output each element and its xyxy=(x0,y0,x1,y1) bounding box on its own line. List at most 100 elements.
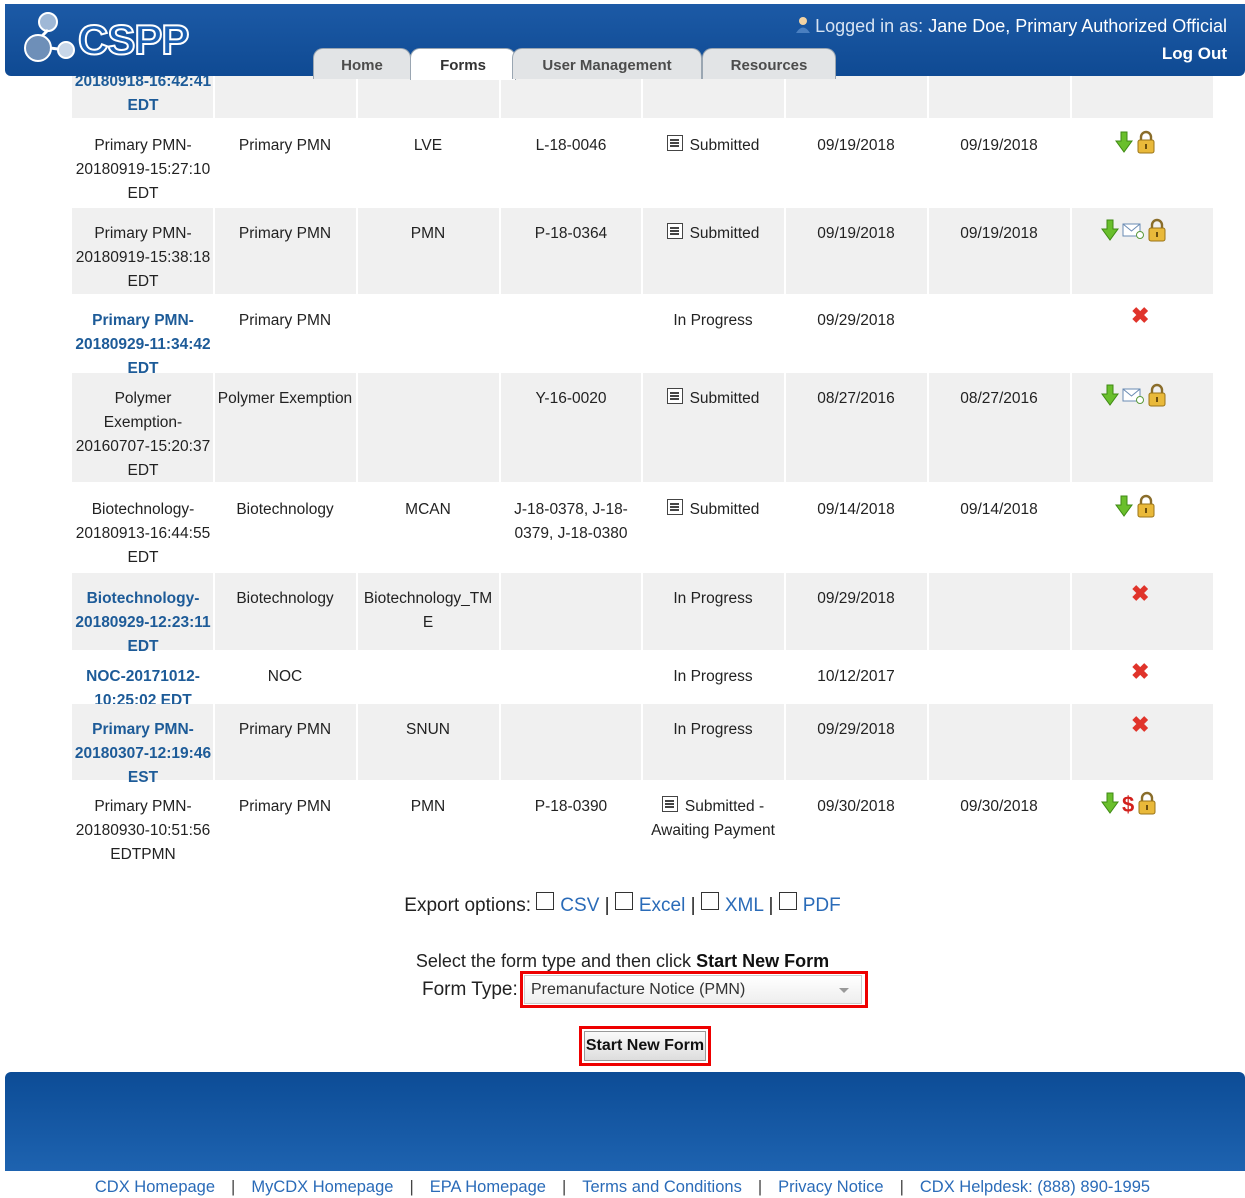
cspp-logo[interactable]: CSPP xyxy=(20,6,210,70)
status-line: In Progress xyxy=(642,718,784,742)
form-name-line: 20180919-15:38:18 xyxy=(75,249,211,266)
column-separator xyxy=(499,208,501,294)
form-name-line: Primary PMN- xyxy=(92,721,194,738)
logged-in-user: Jane Doe, Primary Authorized Official xyxy=(928,16,1227,36)
tab-resources[interactable]: Resources xyxy=(702,48,836,79)
form-name-link[interactable]: 20180918-16:42:41 EDT xyxy=(72,70,214,118)
separator: | xyxy=(757,1178,763,1196)
column-separator xyxy=(499,295,501,372)
delete-icon[interactable]: ✖ xyxy=(1131,714,1149,736)
delete-icon[interactable]: ✖ xyxy=(1131,583,1149,605)
status-cell: Submitted - Awaiting Payment xyxy=(642,795,784,843)
lock-icon[interactable] xyxy=(1137,791,1157,819)
sub-type-cell: SNUN xyxy=(406,721,450,738)
start-new-form-button[interactable]: Start New Form xyxy=(584,1031,706,1061)
status-text: In Progress xyxy=(673,668,753,685)
export-csv-link[interactable]: CSV xyxy=(560,895,599,916)
column-separator xyxy=(1070,208,1072,294)
form-name-link[interactable]: Primary PMN- 20180307-12:19:46 EST xyxy=(72,718,214,790)
sub-type-cell: PMN xyxy=(410,798,446,815)
csv-icon xyxy=(536,892,555,910)
download-icon[interactable] xyxy=(1115,131,1133,157)
form-type-cell: Primary PMN xyxy=(238,721,332,738)
separator: | xyxy=(409,1178,414,1196)
dollar-icon[interactable]: $ xyxy=(1122,792,1134,818)
form-type-cell: Primary PMN xyxy=(238,312,332,329)
logout-link[interactable]: Log Out xyxy=(1162,44,1227,64)
tab-home[interactable]: Home xyxy=(313,48,411,79)
tab-user-management[interactable]: User Management xyxy=(512,48,702,79)
logo-text: CSPP xyxy=(77,15,190,64)
status-cell: Submitted xyxy=(642,387,784,411)
created-date-cell: 09/29/2018 xyxy=(817,721,895,738)
footer-link-mycdx-homepage[interactable]: MyCDX Homepage xyxy=(251,1178,393,1196)
table-row: Biotechnology- 20180913-16:44:55 EDT Biotec… xyxy=(72,484,1213,572)
lock-icon[interactable] xyxy=(1136,494,1156,522)
delete-icon[interactable]: ✖ xyxy=(1131,305,1149,327)
chevron-down-icon xyxy=(839,988,849,993)
column-separator xyxy=(499,573,501,650)
form-name-line: 20180929-12:23:11 xyxy=(75,614,211,631)
lock-icon[interactable] xyxy=(1147,218,1167,246)
form-name-link[interactable]: Biotechnology- 20180929-12:23:11 EDT xyxy=(72,587,214,659)
mail-icon[interactable] xyxy=(1122,221,1144,243)
tab-forms[interactable]: Forms xyxy=(410,48,516,80)
table-row: Primary PMN- 20180929-11:34:42 EDT Primary … xyxy=(72,295,1213,377)
status-cell: Submitted xyxy=(642,222,784,246)
submitted-date-cell: 09/30/2018 xyxy=(960,798,1038,815)
form-type-select[interactable]: Premanufacture Notice (PMN) xyxy=(524,975,862,1004)
column-separator xyxy=(784,295,786,372)
form-name-line: EDT xyxy=(127,549,159,566)
column-separator xyxy=(1070,120,1072,207)
column-separator xyxy=(499,704,501,780)
download-icon[interactable] xyxy=(1101,792,1119,818)
lock-icon[interactable] xyxy=(1147,383,1167,411)
status-text: Submitted - xyxy=(684,798,765,815)
status-line: In Progress xyxy=(642,587,784,611)
delete-icon[interactable]: ✖ xyxy=(1131,661,1149,683)
form-type-cell: Primary PMN xyxy=(238,137,332,154)
created-date-cell: 09/19/2018 xyxy=(817,225,895,242)
column-separator xyxy=(1070,484,1072,572)
export-excel-link[interactable]: Excel xyxy=(639,895,685,916)
export-xml-link[interactable]: XML xyxy=(725,895,763,916)
column-separator xyxy=(641,573,643,650)
xml-icon xyxy=(700,892,719,910)
status-text: In Progress xyxy=(673,590,753,607)
status-line: Submitted xyxy=(642,498,784,522)
column-separator xyxy=(356,651,358,703)
document-edit-icon xyxy=(661,796,678,812)
form-type-cell: NOC xyxy=(267,668,303,685)
sub-type-cell: PMN xyxy=(410,225,446,242)
status-text: Submitted xyxy=(689,225,760,242)
mail-icon[interactable] xyxy=(1122,386,1144,408)
created-date-cell: 08/27/2016 xyxy=(817,390,895,407)
column-separator xyxy=(641,295,643,372)
footer-link-helpdesk[interactable]: CDX Helpdesk: (888) 890-1995 xyxy=(920,1178,1150,1196)
status-text: In Progress xyxy=(673,312,753,329)
status-cell: In Progress xyxy=(642,718,784,742)
download-icon[interactable] xyxy=(1101,384,1119,410)
column-separator xyxy=(1070,651,1072,703)
table-row: Biotechnology- 20180929-12:23:11 EDT Biotec… xyxy=(72,573,1213,655)
form-name-line: Biotechnology- xyxy=(86,590,200,607)
footer-link-cdx-homepage[interactable]: CDX Homepage xyxy=(95,1178,215,1196)
form-name: Primary PMN- 20180930-10:51:56 EDTPMN xyxy=(72,795,214,867)
footer-link-epa-homepage[interactable]: EPA Homepage xyxy=(430,1178,546,1196)
row-actions: ✖ xyxy=(1131,661,1152,685)
lock-icon[interactable] xyxy=(1136,130,1156,158)
form-type-cell: Biotechnology xyxy=(236,501,334,518)
row-actions: ✖ xyxy=(1131,583,1152,607)
created-date-cell: 09/14/2018 xyxy=(817,501,895,518)
footer-link-terms[interactable]: Terms and Conditions xyxy=(582,1178,742,1196)
download-icon[interactable] xyxy=(1101,219,1119,245)
export-pdf-link[interactable]: PDF xyxy=(803,895,841,916)
separator: | xyxy=(768,895,774,916)
form-name-link[interactable]: Primary PMN- 20180929-11:34:42 EDT xyxy=(72,309,214,381)
sub-type-cell: Biotechnology_TM E xyxy=(363,590,493,631)
download-icon[interactable] xyxy=(1115,495,1133,521)
table-row: Primary PMN- 20180919-15:38:18 EDT Primary … xyxy=(72,208,1213,294)
status-cell: In Progress xyxy=(642,309,784,333)
footer-link-privacy[interactable]: Privacy Notice xyxy=(778,1178,883,1196)
column-separator xyxy=(927,651,929,703)
